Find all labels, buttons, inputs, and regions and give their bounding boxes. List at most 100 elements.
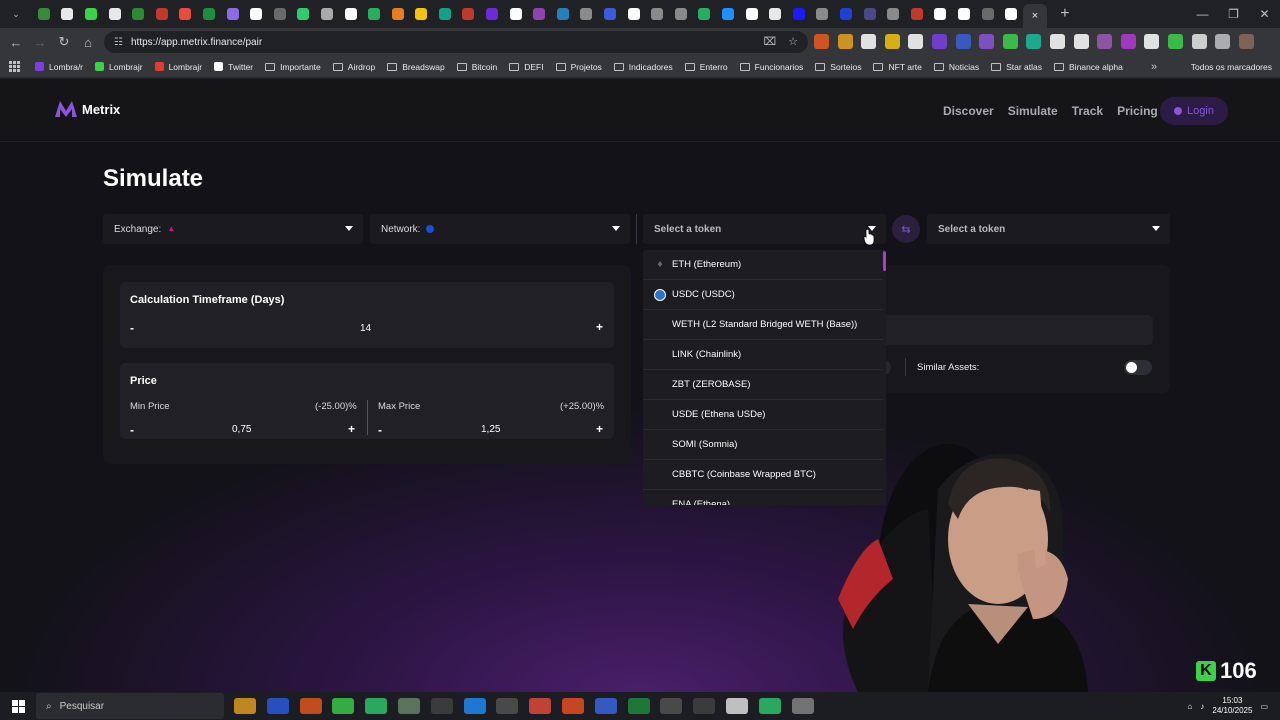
pinned-tab[interactable]	[976, 0, 1000, 28]
taskbar-app-icon[interactable]	[234, 698, 256, 714]
taskbar-app-icon[interactable]	[496, 698, 519, 714]
bookmark-item[interactable]: Binance alpha	[1054, 62, 1123, 72]
pinned-tab[interactable]	[268, 0, 292, 28]
active-tab[interactable]: ×	[1022, 4, 1047, 28]
metrix-logo[interactable]: Metrix	[55, 101, 120, 117]
network-icon[interactable]: ⌂	[1188, 702, 1193, 711]
nav-pricing[interactable]: Pricing	[1117, 104, 1158, 118]
token-option[interactable]: USDE (Ethena USDe)	[643, 400, 883, 430]
extension-icon[interactable]	[1002, 34, 1018, 49]
token-option[interactable]: WETH (L2 Standard Bridged WETH (Base))	[643, 310, 883, 340]
pinned-tab[interactable]	[881, 0, 905, 28]
taskbar-app-icon[interactable]	[660, 698, 683, 714]
pinned-tab[interactable]	[622, 0, 646, 28]
pinned-tab[interactable]	[999, 0, 1023, 28]
back-button[interactable]: ←	[4, 30, 28, 54]
notifications-icon[interactable]: ▭	[1260, 702, 1268, 711]
timeframe-decrement-button[interactable]: -	[130, 321, 134, 335]
pinned-tab[interactable]	[480, 0, 504, 28]
pinned-tab[interactable]	[693, 0, 717, 28]
pinned-tab[interactable]	[504, 0, 528, 28]
taskbar-app-icon[interactable]	[299, 698, 322, 714]
bookmark-item[interactable]: Lombrajr	[154, 62, 202, 72]
pinned-tab[interactable]	[315, 0, 339, 28]
max-price-value[interactable]: 1,25	[481, 424, 500, 435]
pinned-tab[interactable]	[433, 0, 457, 28]
extension-icon[interactable]	[931, 34, 947, 49]
pinned-tab[interactable]	[763, 0, 787, 28]
bookmark-star-icon[interactable]: ☆	[788, 35, 798, 48]
taskbar-search[interactable]: ⌕ Pesquisar	[36, 693, 224, 719]
pinned-tab[interactable]	[339, 0, 363, 28]
extension-icon[interactable]	[837, 34, 853, 49]
extension-icon[interactable]	[1049, 34, 1065, 49]
extension-icon[interactable]	[979, 34, 995, 49]
start-button[interactable]	[0, 692, 36, 720]
extension-icon[interactable]	[1167, 34, 1183, 49]
pinned-tab[interactable]	[645, 0, 669, 28]
all-bookmarks-folder[interactable]: Todos os marcadores	[1186, 62, 1272, 72]
pinned-tab[interactable]	[410, 0, 434, 28]
taskbar-app-icon[interactable]	[397, 698, 420, 714]
home-icon[interactable]: ⌂	[76, 30, 100, 54]
pinned-tab[interactable]	[740, 0, 764, 28]
extension-icon[interactable]	[908, 34, 924, 49]
pinned-tab[interactable]	[834, 0, 858, 28]
dropdown-scrollbar[interactable]	[883, 251, 886, 271]
taskbar-app-icon[interactable]	[332, 698, 355, 714]
min-price-increment-button[interactable]: +	[348, 422, 355, 436]
extension-icon[interactable]	[814, 34, 829, 49]
taskbar-app-icon[interactable]	[365, 698, 388, 714]
minimize-button[interactable]: —	[1187, 0, 1218, 28]
pinned-tab[interactable]	[79, 0, 103, 28]
apps-grid-icon[interactable]	[9, 60, 21, 73]
clock[interactable]: 15:03 24/10/2025	[1212, 696, 1252, 716]
bookmark-item[interactable]: Star atlas	[991, 62, 1042, 72]
bookmark-item[interactable]: Funcionarios	[739, 62, 803, 72]
bookmark-item[interactable]: Noticias	[933, 62, 979, 72]
min-price-decrement-button[interactable]: -	[130, 423, 134, 437]
pinned-tab[interactable]	[669, 0, 693, 28]
pinned-tab[interactable]	[598, 0, 622, 28]
exchange-select[interactable]: Exchange: ▲	[103, 214, 363, 244]
pinned-tab[interactable]	[292, 0, 316, 28]
swap-tokens-button[interactable]: ⇆	[892, 215, 920, 243]
bookmark-item[interactable]: Importante	[265, 62, 321, 72]
token-b-select[interactable]: Select a token	[927, 214, 1170, 244]
extension-icon[interactable]	[1073, 34, 1089, 49]
bookmark-item[interactable]: Twitter	[214, 62, 253, 72]
bookmarks-more-button[interactable]: »	[1151, 61, 1157, 73]
token-option[interactable]: ♦ ETH (Ethereum)	[643, 250, 883, 280]
reload-icon[interactable]: ↻	[52, 30, 76, 54]
login-button[interactable]: Login	[1160, 97, 1228, 125]
pinned-tab[interactable]	[551, 0, 575, 28]
taskbar-app-icon[interactable]	[725, 698, 748, 714]
bookmark-item[interactable]: Enterro	[684, 62, 728, 72]
bookmark-item[interactable]: Indicadores	[613, 62, 673, 72]
extension-icon[interactable]	[1238, 34, 1254, 49]
maximize-button[interactable]: ❐	[1218, 0, 1249, 28]
tab-search-button[interactable]: ⌄	[4, 4, 28, 24]
address-bar[interactable]: ☷ https://app.metrix.finance/pair ⌧ ☆	[104, 31, 808, 53]
pinned-tab[interactable]	[527, 0, 551, 28]
pinned-tab[interactable]	[929, 0, 953, 28]
extension-icon[interactable]	[1144, 34, 1160, 49]
token-option[interactable]: ZBT (ZEROBASE)	[643, 370, 883, 400]
pinned-tab[interactable]	[858, 0, 882, 28]
token-option[interactable]: LINK (Chainlink)	[643, 340, 883, 370]
pinned-tab[interactable]	[457, 0, 481, 28]
pinned-tab[interactable]	[126, 0, 150, 28]
taskbar-app-icon[interactable]	[266, 698, 289, 714]
extension-icon[interactable]	[1026, 34, 1042, 49]
pinned-tab[interactable]	[905, 0, 929, 28]
min-price-value[interactable]: 0,75	[232, 424, 251, 435]
extension-icon[interactable]	[1191, 34, 1207, 49]
bookmark-item[interactable]: Breadswap	[387, 62, 445, 72]
translate-icon[interactable]: ⌧	[763, 35, 776, 48]
url-text[interactable]: https://app.metrix.finance/pair	[131, 37, 262, 48]
new-tab-button[interactable]: +	[1055, 5, 1075, 23]
bookmark-item[interactable]: DEFI	[509, 62, 544, 72]
pinned-tab[interactable]	[952, 0, 976, 28]
token-option[interactable]: USDC (USDC)	[643, 280, 883, 310]
max-price-increment-button[interactable]: +	[596, 422, 603, 436]
